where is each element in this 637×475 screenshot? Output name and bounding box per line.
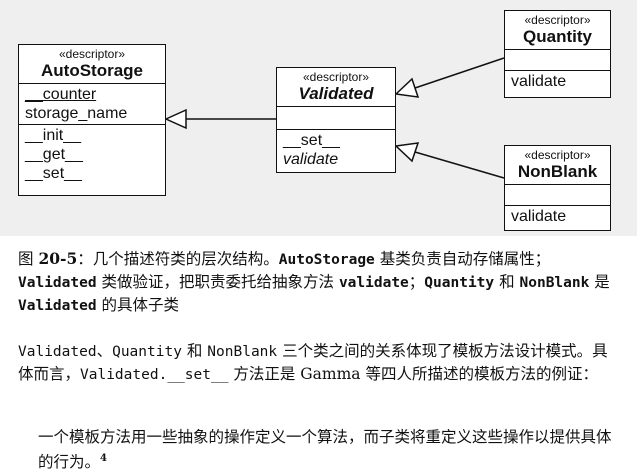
- quantity-stereotype: «descriptor»: [524, 13, 591, 27]
- method-init: __init__: [25, 127, 82, 144]
- nonblank-header: «descriptor» NonBlank: [505, 146, 610, 185]
- body-paragraph: Validated、Quantity 和 NonBlank 三个类之间的关系体现…: [18, 340, 623, 386]
- caption-text: 的具体子类: [96, 296, 180, 314]
- caption-text: 类做验证，把职责委托给抽象方法: [96, 273, 339, 291]
- autostorage-class: «descriptor» AutoStorage __counter stora…: [18, 44, 166, 196]
- autostorage-header: «descriptor» AutoStorage: [19, 45, 165, 84]
- autostorage-attributes: __counter storage_name: [19, 84, 165, 125]
- nonblank-class: «descriptor» NonBlank validate: [504, 145, 611, 231]
- nonblank-stereotype: «descriptor»: [524, 148, 591, 162]
- paragraph-text: 和: [181, 342, 208, 360]
- method-validate: validate: [283, 151, 339, 168]
- caption-code: Validated: [18, 298, 97, 314]
- quote-text: 一个模板方法用一些抽象的操作定义一个算法，而子类将重定义这些操作以提供具体的行为…: [38, 428, 612, 472]
- footnote-marker: 4: [100, 453, 107, 464]
- nonblank-methods: validate: [505, 206, 610, 227]
- caption-text: 是: [589, 273, 610, 291]
- caption-code: Validated: [18, 275, 97, 291]
- validated-class: «descriptor» Validated __set__ validate: [276, 67, 396, 173]
- autostorage-methods: __init__ __get__ __set__: [19, 125, 165, 184]
- caption-text: ；: [408, 273, 425, 291]
- method-get: __get__: [25, 146, 83, 163]
- method-validate: validate: [511, 208, 567, 225]
- caption-code: validate: [338, 275, 409, 291]
- nonblank-attributes: [505, 185, 610, 206]
- paragraph-code: Quantity: [112, 344, 182, 360]
- method-set: __set__: [283, 132, 340, 149]
- validated-header: «descriptor» Validated: [277, 68, 395, 107]
- arrow-head-validated-1: [394, 77, 420, 98]
- caption-text: 和: [494, 273, 520, 291]
- autostorage-stereotype: «descriptor»: [58, 47, 126, 61]
- autostorage-name: AutoStorage: [41, 61, 143, 80]
- method-set: __set__: [25, 165, 82, 182]
- caption-text: ：几个描述符类的层次结构。: [77, 250, 279, 268]
- arrow-head-validated-2: [394, 142, 420, 163]
- paragraph-code: Validated.__set__: [80, 367, 229, 383]
- paragraph-text: 、: [96, 342, 113, 360]
- caption-code: NonBlank: [519, 275, 590, 291]
- arrow-quantity-validated: [414, 57, 505, 89]
- quantity-name: Quantity: [523, 27, 592, 46]
- caption-code: Quantity: [424, 275, 495, 291]
- validated-methods: __set__ validate: [277, 130, 395, 170]
- caption-prefix: 图: [18, 250, 39, 268]
- caption-text: 基类负责自动存储属性；: [374, 250, 551, 268]
- caption-figure-number: 20-5: [38, 249, 78, 268]
- quantity-attributes: [505, 50, 610, 71]
- validated-stereotype: «descriptor»: [302, 70, 370, 84]
- method-validate: validate: [511, 73, 567, 90]
- attr-storage-name: storage_name: [25, 105, 128, 122]
- quantity-header: «descriptor» Quantity: [505, 11, 610, 50]
- paragraph-code: NonBlank: [207, 344, 278, 360]
- validated-name: Validated: [298, 84, 374, 103]
- attr-counter: __counter: [25, 86, 97, 103]
- caption-code: AutoStorage: [278, 252, 375, 268]
- paragraph-code: Validated: [18, 344, 97, 360]
- class-diagram: «descriptor» AutoStorage __counter stora…: [0, 0, 637, 236]
- arrow-head-autostorage: [164, 108, 187, 130]
- validated-attributes: [277, 107, 395, 130]
- quantity-class: «descriptor» Quantity validate: [504, 10, 611, 98]
- paragraph-text: 方法正是 Gamma 等四人所描述的模板方法的例证：: [228, 365, 598, 383]
- nonblank-name: NonBlank: [517, 162, 598, 181]
- block-quote: 一个模板方法用一些抽象的操作定义一个算法，而子类将重定义这些操作以提供具体的行为…: [38, 426, 613, 473]
- figure-caption: 图 20-5：几个描述符类的层次结构。AutoStorage 基类负责自动存储属…: [18, 248, 623, 317]
- arrow-nonblank-validated: [414, 151, 505, 179]
- quantity-methods: validate: [505, 71, 610, 92]
